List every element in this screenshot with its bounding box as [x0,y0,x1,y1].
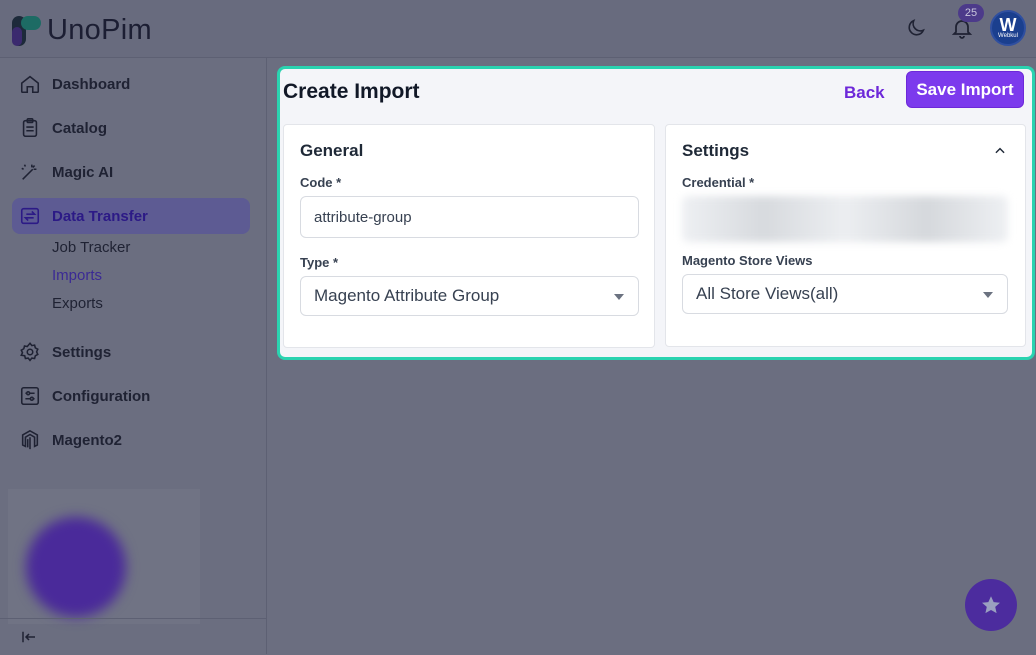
chevron-up-icon[interactable] [993,144,1007,158]
sidebar-item-label: Settings [52,343,112,361]
magic-wand-icon [18,160,42,184]
user-menu-button[interactable]: W Webkul [990,10,1026,46]
create-import-panel: Create Import Back Save Import General C… [277,66,1035,360]
store-views-label: Magento Store Views [682,253,813,268]
credential-select-blurred[interactable] [682,196,1008,242]
type-select[interactable]: Magento Attribute Group [300,276,639,316]
sidebar-item-settings[interactable]: Settings [12,334,250,370]
sidebar-item-configuration[interactable]: Configuration [12,378,250,414]
notification-badge: 25 [958,4,984,22]
type-label: Type * [300,255,339,270]
blurred-promo-area [8,489,200,624]
avatar: W Webkul [990,10,1026,46]
favorites-fab[interactable] [965,579,1017,631]
code-label: Code * [300,175,342,190]
store-views-value: All Store Views(all) [696,284,839,303]
star-icon [982,596,1000,614]
page-title: Create Import [283,80,420,103]
collapse-sidebar-button[interactable] [0,618,266,655]
avatar-subtext: Webkul [998,32,1018,39]
sidebar-item-label: Magento2 [52,431,123,449]
sliders-icon [18,384,42,408]
logo-text: UnoPim [47,14,152,46]
sidebar-item-label: Data Transfer [52,207,148,225]
code-value: attribute-group [314,208,412,226]
sidebar-item-catalog[interactable]: Catalog [12,110,250,146]
notifications-button[interactable]: 25 [944,4,984,46]
top-header: UnoPim 25 W Webkul [0,0,1036,58]
sidebar-item-dashboard[interactable]: Dashboard [12,66,250,102]
avatar-initial: W [999,14,1017,35]
general-card: General Code * attribute-group Type * Ma… [283,124,655,348]
sidebar-subitem-imports[interactable]: Imports [52,267,102,284]
settings-title: Settings [682,141,750,160]
credential-label: Credential * [682,175,755,190]
unopim-logo-icon [12,15,41,46]
sidebar-subitem-job-tracker[interactable]: Job Tracker [52,239,130,256]
chevron-down-icon [614,294,624,300]
collapse-left-icon [22,631,35,643]
sidebar-item-label: Dashboard [52,75,131,93]
gear-icon [18,340,42,364]
type-value: Magento Attribute Group [314,286,500,305]
sidebar-item-magento2[interactable]: Magento2 [12,422,250,458]
dark-mode-toggle[interactable] [898,10,934,46]
store-views-select[interactable]: All Store Views(all) [682,274,1008,314]
general-title: General [300,141,364,160]
sidebar: Dashboard Catalog Magic AI Data Transfer… [0,58,267,654]
moon-icon [908,19,925,36]
sidebar-item-data-transfer[interactable]: Data Transfer [12,198,250,234]
sidebar-subitem-exports[interactable]: Exports [52,295,103,312]
app-logo[interactable]: UnoPim [11,14,152,47]
code-input[interactable]: attribute-group [300,196,639,238]
chevron-down-icon [983,292,993,298]
sidebar-item-label: Configuration [52,387,151,405]
sidebar-item-label: Magic AI [52,163,114,181]
back-link[interactable]: Back [844,83,885,103]
settings-card: Settings Credential * Magento Store View… [665,124,1026,347]
sidebar-item-label: Catalog [52,119,108,137]
sidebar-item-magic-ai[interactable]: Magic AI [12,154,250,190]
home-icon [18,72,42,96]
save-import-button[interactable]: Save Import [906,71,1024,108]
clipboard-icon [18,116,42,140]
transfer-icon [18,204,42,228]
magento-icon [18,428,42,452]
blurred-circle [26,517,126,617]
